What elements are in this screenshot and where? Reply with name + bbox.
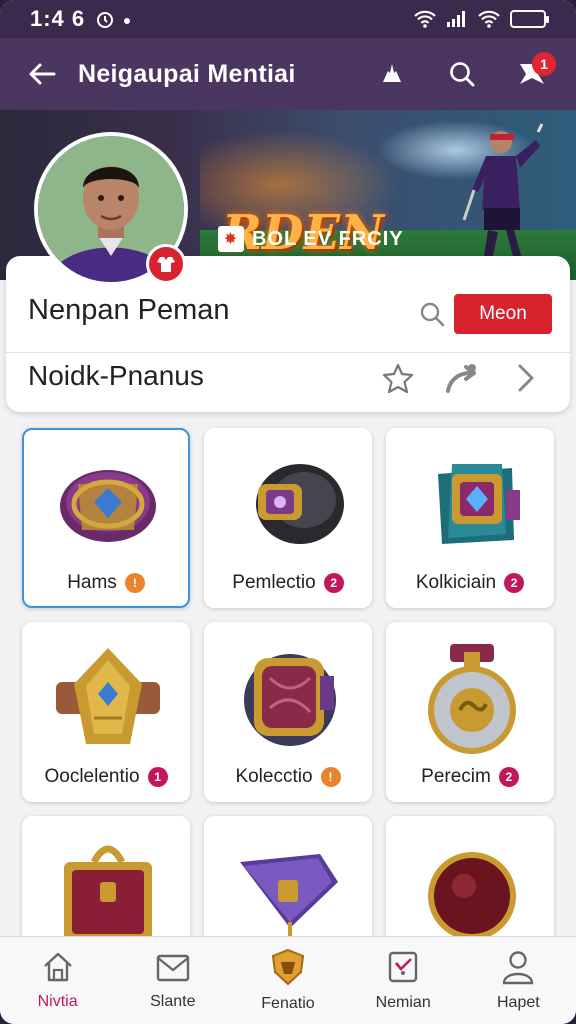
alarm-icon — [97, 12, 114, 28]
mail-icon — [155, 950, 191, 989]
item-card[interactable]: Perecim 2 — [386, 622, 554, 802]
pennant-purple-icon — [220, 832, 360, 953]
item-label: Kolkiciain — [415, 572, 497, 593]
signal-icon — [447, 11, 465, 27]
shirt-icon — [157, 257, 175, 272]
person-icon — [501, 949, 535, 990]
rarity-badge: ! — [320, 767, 341, 787]
notification-badge: 1 — [532, 52, 556, 76]
back-button[interactable] — [20, 52, 64, 96]
bracer-gold-icon — [38, 638, 178, 758]
app-bar: Neigaupai Mentiai 1 — [0, 38, 576, 110]
page-title: Neigaupai Mentiai — [78, 59, 296, 88]
item-card[interactable]: Ooclelentio 1 — [22, 622, 190, 802]
avatar-status-badge — [146, 244, 186, 284]
rarity-badge: 2 — [498, 767, 519, 787]
item-label: Pemlectio — [232, 572, 316, 593]
item-label: Hams — [67, 572, 117, 593]
search-icon — [420, 302, 445, 327]
item-card[interactable]: Pemlectio 2 — [204, 428, 372, 608]
item-card[interactable]: Kolkiciain 2 — [386, 428, 554, 608]
profile-search-button[interactable] — [412, 294, 452, 334]
rarity-badge: 2 — [504, 573, 525, 593]
item-card[interactable]: Hams! — [22, 428, 190, 608]
item-label: Ooclelentio — [44, 766, 140, 787]
home-icon — [41, 950, 75, 989]
profile-name: Nenpan Peman — [28, 294, 230, 326]
nav-label: Hapet — [496, 994, 540, 1011]
banner-subtitle: BOL EV FRCIY — [252, 227, 404, 250]
menu-button[interactable]: Meon — [454, 294, 552, 334]
bell-icon — [383, 64, 401, 82]
nav-label: Nemian — [375, 994, 431, 1011]
brand-logo-icon: ✸ — [218, 226, 244, 252]
nav-item-home[interactable]: Nivtia — [8, 950, 108, 1011]
share-button[interactable] — [444, 358, 480, 398]
bracer-black-icon — [220, 444, 360, 564]
wifi-icon-2 — [478, 10, 500, 28]
star-icon — [382, 363, 414, 393]
orb-silver-icon — [402, 638, 542, 758]
arrow-left-icon — [29, 63, 56, 85]
status-bar: 1:4 6 — [0, 0, 576, 38]
item-label: Kolecctio — [235, 766, 313, 787]
search-icon — [450, 62, 475, 87]
card-icon — [385, 949, 421, 990]
nav-label: Slante — [150, 993, 196, 1010]
dot-icon — [124, 18, 131, 24]
nav-item-person[interactable]: Hapet — [468, 949, 568, 1012]
nav-item-card[interactable]: Nemian — [353, 949, 453, 1012]
phone-frame: 1:4 6 Neigaupai Mentiai 1 RDEN ✸ BOL EV … — [0, 0, 576, 1024]
rarity-badge: ! — [124, 573, 145, 593]
orb-red-icon — [402, 832, 542, 952]
bell-button[interactable] — [368, 50, 416, 98]
status-time: 1:4 6 — [30, 6, 86, 31]
bracer-purple-icon — [38, 444, 178, 564]
item-grid: Hams! Pemlectio 2 Kolkiciain 2 Ooclelentio 1 Ko… — [22, 428, 554, 996]
chevron-right-icon — [518, 364, 534, 392]
nav-item-shield[interactable]: Fenatio — [238, 948, 338, 1013]
chest-red-icon — [38, 832, 178, 952]
rarity-badge: 2 — [323, 573, 344, 593]
bracer-teal-icon — [402, 444, 542, 564]
next-button[interactable] — [508, 358, 544, 398]
bracer-crimson-icon — [220, 638, 360, 758]
bottom-navigation: Nivtia Slante Fenatio Nemian Hapet — [0, 936, 576, 1024]
notifications-button[interactable]: 1 — [508, 50, 556, 98]
banner-subtitle-row: ✸ BOL EV FRCIY — [218, 226, 404, 252]
item-card[interactable]: Kolecctio! — [204, 622, 372, 802]
favorite-button[interactable] — [380, 358, 416, 398]
item-label: Perecim — [421, 766, 491, 787]
rarity-badge: 1 — [147, 767, 168, 787]
divider — [6, 352, 570, 353]
search-button[interactable] — [438, 50, 486, 98]
wifi-icon — [414, 10, 436, 28]
nav-label: Fenatio — [261, 995, 315, 1012]
nav-item-mail[interactable]: Slante — [123, 950, 223, 1011]
share-icon — [446, 364, 476, 393]
battery-icon — [510, 10, 549, 28]
nav-label: Nivtia — [37, 993, 78, 1010]
shield-icon — [270, 948, 306, 991]
section-title: Noidk-Pnanus — [28, 360, 204, 391]
